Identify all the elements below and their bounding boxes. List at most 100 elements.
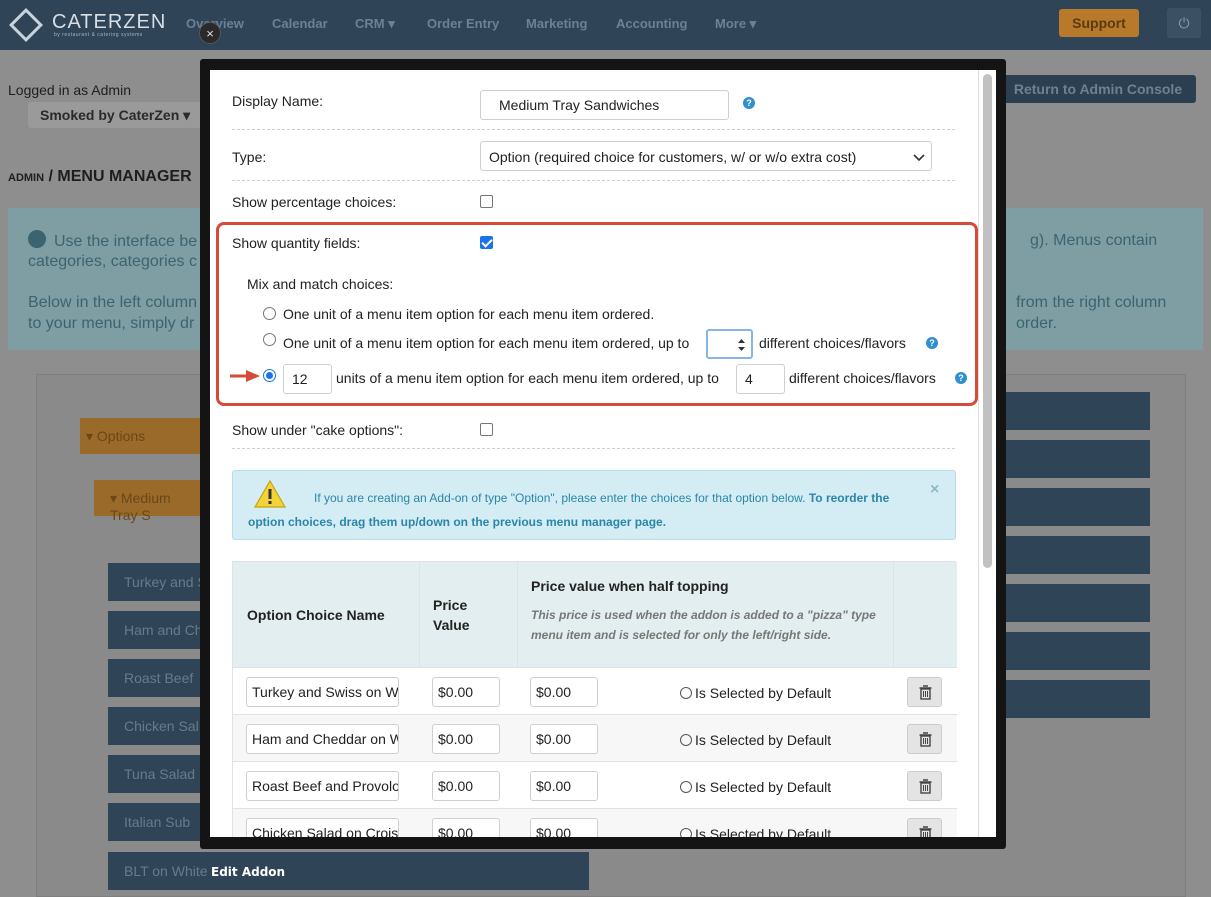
units-input[interactable]: 12 [283, 364, 332, 394]
right-column-item[interactable] [1005, 536, 1150, 574]
display-name-input[interactable]: Medium Tray Sandwiches [480, 90, 729, 120]
half-price-input[interactable]: $0.00 [530, 771, 598, 801]
show-percentage-label: Show percentage choices: [232, 194, 397, 210]
right-column-item[interactable] [1005, 632, 1150, 670]
menu-item[interactable]: Tuna Salad [108, 755, 205, 793]
default-radio[interactable]: Is Selected by Default [680, 826, 831, 837]
nav-marketing[interactable]: Marketing [526, 16, 587, 31]
medium-tray-category[interactable]: ▾ Medium Tray S [94, 480, 205, 523]
trash-glyph [919, 685, 932, 700]
choice-units-radio[interactable] [263, 369, 276, 382]
breadcrumb-admin[interactable]: ADMIN [8, 172, 44, 184]
option-choices-table: Option Choice Name Price Value Price val… [232, 561, 957, 837]
right-column-item[interactable] [1005, 440, 1150, 478]
modal-title: Edit Addon [211, 865, 286, 879]
default-radio[interactable]: Is Selected by Default [680, 685, 831, 701]
return-to-admin-button[interactable]: Return to Admin Console [1000, 75, 1196, 103]
divider [232, 180, 955, 181]
breadcrumb: ADMIN / MENU MANAGER [8, 168, 192, 186]
units-max-choices-input[interactable]: 4 [736, 364, 785, 394]
alert-close-icon[interactable]: × [930, 481, 939, 499]
menu-item[interactable]: Roast Beef [108, 659, 205, 697]
caterzen-logo[interactable]: CATERZEN by restaurant & catering system… [9, 8, 174, 42]
units-help-icon[interactable]: ? [955, 372, 967, 384]
trash-icon[interactable] [907, 724, 942, 754]
default-radio[interactable]: Is Selected by Default [680, 779, 831, 795]
trash-icon[interactable] [907, 677, 942, 707]
price-input[interactable]: $0.00 [432, 724, 500, 754]
default-radio-circle[interactable] [680, 687, 692, 699]
menu-item[interactable]: Chicken Sal [108, 707, 205, 745]
option-name-input[interactable]: Ham and Cheddar on W [246, 724, 399, 754]
breadcrumb-separator: / [44, 168, 58, 185]
scrollbar-thumb[interactable] [983, 74, 992, 568]
option-name-input[interactable]: Roast Beef and Provolo [246, 771, 399, 801]
stepper-arrows-icon[interactable] [737, 338, 746, 352]
col-option-name: Option Choice Name [247, 607, 385, 623]
support-button[interactable]: Support [1059, 9, 1139, 37]
right-column-item[interactable] [1005, 488, 1150, 526]
choice-one-unit-radio[interactable] [263, 307, 276, 320]
right-column-item[interactable] [1005, 584, 1150, 622]
alert-text-normal: If you are creating an Add-on of type "O… [314, 491, 809, 505]
arrow-pointer-icon [230, 370, 260, 382]
option-name-input[interactable]: Turkey and Swiss on W [246, 677, 399, 707]
alert-message: If you are creating an Add-on of type "O… [248, 486, 908, 534]
choice-up-to-radio[interactable] [263, 333, 276, 346]
default-radio-circle[interactable] [680, 828, 692, 837]
info-line-4-right: order. [1016, 315, 1057, 332]
show-quantity-checkbox[interactable] [480, 236, 493, 249]
options-chevron-icon: ▾ [86, 428, 97, 444]
price-input[interactable]: $0.00 [432, 771, 500, 801]
choice-one-unit-label: One unit of a menu item option for each … [283, 306, 655, 322]
brand-subtitle: by restaurant & catering systems [54, 32, 143, 38]
half-price-input[interactable]: $0.00 [530, 677, 598, 707]
medium-chevron-icon: ▾ [110, 490, 121, 506]
menu-item-blt[interactable]: BLT on White [108, 852, 589, 890]
show-percentage-checkbox[interactable] [480, 195, 493, 208]
cake-options-checkbox[interactable] [480, 423, 493, 436]
modal-scrollbar[interactable] [978, 70, 996, 837]
type-select[interactable]: Option (required choice for customers, w… [480, 141, 932, 171]
trash-glyph [919, 826, 932, 837]
trash-icon[interactable] [907, 818, 942, 837]
nav-order-entry[interactable]: Order Entry [427, 16, 499, 31]
close-icon[interactable]: × [199, 22, 221, 44]
half-price-input[interactable]: $0.00 [530, 724, 598, 754]
right-column-item[interactable] [1005, 392, 1150, 430]
top-navigation-bar: CATERZEN by restaurant & catering system… [0, 0, 1211, 50]
nav-more[interactable]: More ▾ [715, 16, 756, 32]
type-label: Type: [232, 149, 267, 165]
right-column-item[interactable] [1005, 680, 1150, 718]
divider [232, 129, 955, 130]
default-radio-circle[interactable] [680, 781, 692, 793]
half-price-input[interactable]: $0.00 [530, 818, 598, 837]
display-name-help-icon[interactable]: ? [743, 97, 755, 109]
table-row: Roast Beef and Provolo $0.00 $0.00 Is Se… [233, 761, 957, 808]
price-input[interactable]: $0.00 [432, 818, 500, 837]
options-category[interactable]: ▾ Options [80, 418, 205, 454]
nav-crm[interactable]: CRM ▾ [355, 16, 395, 32]
power-icon[interactable]: ⏻ [1167, 8, 1201, 38]
price-input[interactable]: $0.00 [432, 677, 500, 707]
table-row: Ham and Cheddar on W $0.00 $0.00 Is Sele… [233, 714, 957, 761]
menu-item[interactable]: Ham and Ch [108, 611, 205, 649]
table-row: Chicken Salad on Crois $0.00 $0.00 Is Se… [233, 808, 957, 837]
trash-icon[interactable] [907, 771, 942, 801]
option-name-input[interactable]: Chicken Salad on Crois [246, 818, 399, 837]
menu-item[interactable]: Italian Sub [108, 803, 205, 841]
divider [232, 448, 955, 449]
default-radio-circle[interactable] [680, 734, 692, 746]
choices-help-icon[interactable]: ? [926, 337, 938, 349]
info-icon [28, 230, 46, 248]
max-choices-stepper[interactable] [706, 329, 753, 359]
default-radio[interactable]: Is Selected by Default [680, 732, 831, 748]
choice-up-to-suffix: different choices/flavors [759, 335, 906, 351]
menu-item[interactable]: Turkey and S [108, 563, 205, 601]
nav-accounting[interactable]: Accounting [616, 16, 688, 31]
info-line-3-right: from the right column [1016, 294, 1167, 311]
nav-calendar[interactable]: Calendar [272, 16, 328, 31]
choice-units-label: units of a menu item option for each men… [336, 370, 719, 386]
col-half-topping: Price value when half topping [531, 578, 729, 594]
account-dropdown[interactable]: Smoked by CaterZen ▾ [28, 102, 204, 128]
